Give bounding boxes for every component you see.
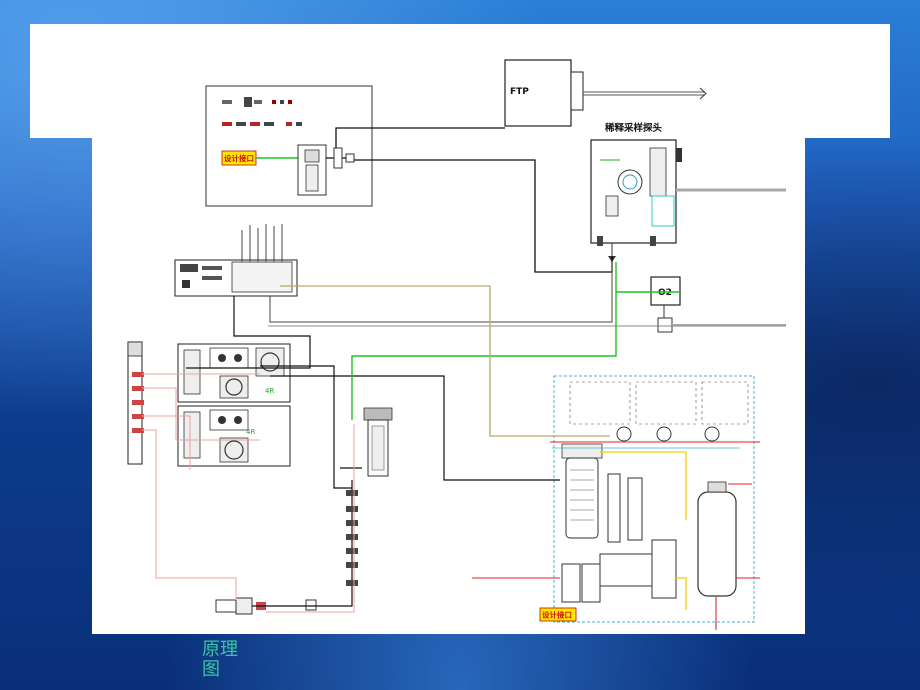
analyzer-stack: 4R 4R bbox=[177, 343, 291, 467]
valve-column bbox=[346, 480, 358, 600]
filter-canister bbox=[363, 407, 393, 477]
gas-cabinet: 设计接口 bbox=[205, 85, 373, 207]
rack-controller bbox=[174, 224, 298, 297]
o2-label: O2 bbox=[658, 288, 672, 298]
caption-schematic: 原理图 bbox=[202, 639, 238, 680]
o2-analyzer: O2 bbox=[650, 276, 786, 333]
sample-conditioning-cabinet: 设计接口 bbox=[539, 375, 755, 630]
schematic-diagram: FTP 设计接口 稀释采样探头 O2 4R 4R 设计接口 bbox=[127, 59, 786, 630]
analyzer-1-label: 4R bbox=[265, 387, 274, 395]
ftp-unit: FTP bbox=[504, 59, 707, 127]
ftp-label: FTP bbox=[510, 87, 529, 97]
analyzer-2-label: 4R bbox=[246, 428, 255, 436]
dilution-probe: 稀释采样探头 bbox=[590, 122, 786, 262]
left-manifold bbox=[127, 341, 144, 465]
design-interface-label-2: 设计接口 bbox=[542, 610, 572, 620]
design-interface-label-1: 设计接口 bbox=[224, 153, 254, 163]
probe-title: 稀释采样探头 bbox=[605, 122, 663, 134]
